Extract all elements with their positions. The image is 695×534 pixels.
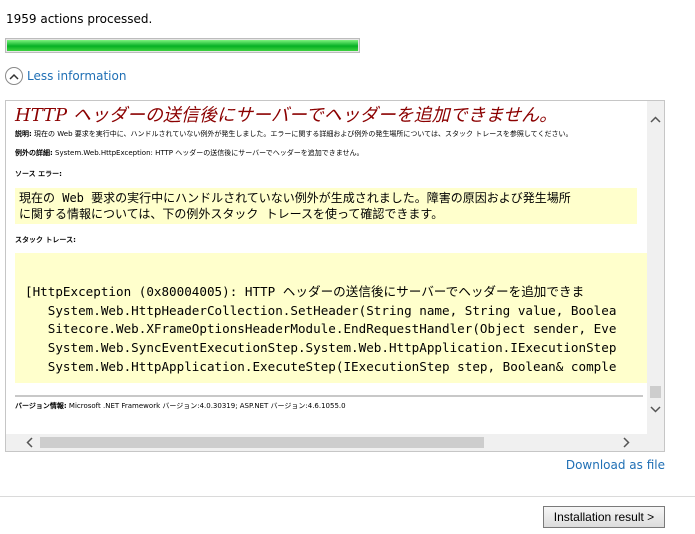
chevron-right-icon[interactable] (618, 434, 635, 451)
error-description: 説明: 現在の Web 要求を実行中に、ハンドルされていない例外が発生しました。… (15, 129, 635, 139)
footer-divider (0, 496, 695, 497)
stack-line: System.Web.SyncEventExecutionStep.System… (25, 340, 617, 356)
source-error-box: 現在の Web 要求の実行中にハンドルされていない例外が生成されました。障害の原… (15, 188, 637, 224)
less-information-link[interactable]: Less information (27, 69, 126, 83)
chevron-left-icon[interactable] (21, 434, 38, 451)
description-label: 説明: (15, 130, 32, 138)
status-text: 1959 actions processed. (6, 12, 153, 26)
version-text: Microsoft .NET Framework バージョン:4.0.30319… (68, 402, 346, 410)
vertical-scrollbar[interactable] (647, 101, 664, 434)
chevron-up-icon[interactable] (647, 111, 664, 128)
exception-details: 例外の詳細: System.Web.HttpException: HTTP ヘッ… (15, 148, 635, 158)
vertical-scroll-thumb[interactable] (650, 386, 661, 398)
horizontal-scrollbar[interactable] (6, 434, 664, 451)
stack-line: [HttpException (0x80004005): HTTP ヘッダーの送… (25, 284, 585, 299)
error-details-viewer[interactable]: HTTP ヘッダーの送信後にサーバーでヘッダーを追加できません。 説明: 現在の… (5, 100, 665, 452)
stack-line: System.Web.HttpApplication.ExecuteStep(I… (25, 358, 617, 374)
download-as-file-link[interactable]: Download as file (566, 458, 665, 472)
installation-result-button[interactable]: Installation result > (543, 506, 665, 528)
chevron-up-icon[interactable] (5, 67, 23, 85)
less-information-toggle[interactable]: Less information (5, 67, 126, 85)
description-text: 現在の Web 要求を実行中に、ハンドルされていない例外が発生しました。エラーに… (34, 130, 573, 138)
divider (15, 395, 643, 397)
progress-fill (7, 40, 358, 51)
progress-bar (5, 38, 360, 53)
source-error-heading: ソース エラー: (15, 170, 62, 178)
error-document: HTTP ヘッダーの送信後にサーバーでヘッダーを追加できません。 説明: 現在の… (15, 102, 647, 411)
error-title: HTTP ヘッダーの送信後にサーバーでヘッダーを追加できません。 (15, 105, 558, 126)
error-content: HTTP ヘッダーの送信後にサーバーでヘッダーを追加できません。 説明: 現在の… (7, 102, 647, 435)
exception-text: System.Web.HttpException: HTTP ヘッダーの送信後に… (55, 149, 364, 157)
stack-trace-heading: スタック トレース: (15, 236, 76, 244)
version-label: バージョン情報: (15, 402, 67, 410)
horizontal-scroll-thumb[interactable] (40, 437, 484, 448)
stack-trace-box: [HttpException (0x80004005): HTTP ヘッダーの送… (15, 253, 647, 383)
source-line: 現在の Web 要求の実行中にハンドルされていない例外が生成されました。障害の原… (19, 191, 571, 205)
stack-line: System.Web.HttpHeaderCollection.SetHeade… (25, 302, 617, 318)
chevron-down-icon[interactable] (647, 401, 664, 418)
stack-line: Sitecore.Web.XFrameOptionsHeaderModule.E… (25, 321, 617, 337)
version-info: バージョン情報: Microsoft .NET Framework バージョン:… (15, 401, 635, 411)
source-line: に関する情報については、下の例外スタック トレースを使って確認できます。 (19, 207, 444, 221)
exception-label: 例外の詳細: (15, 149, 53, 157)
